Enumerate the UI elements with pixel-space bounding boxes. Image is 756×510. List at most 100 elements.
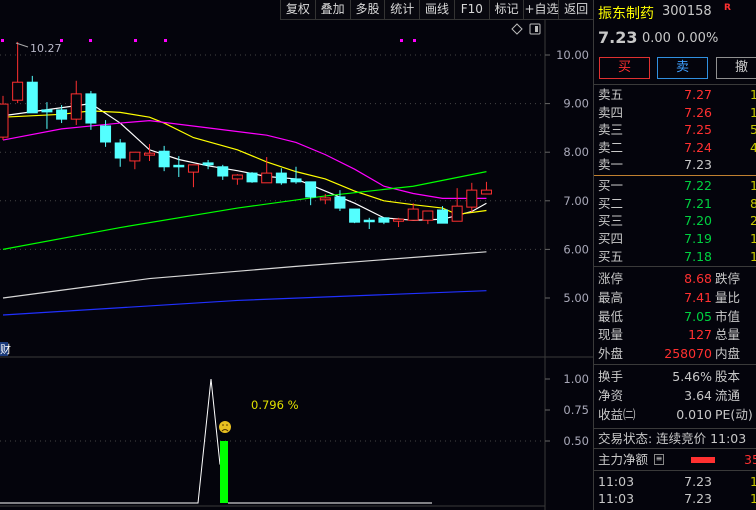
toolbar-draw-line[interactable]: 画线 <box>419 0 454 19</box>
candle-up <box>480 189 492 195</box>
tick-volume: 1 <box>750 490 756 507</box>
tick-row: 11:03 7.23 1 <box>594 473 756 490</box>
toolbar-mark[interactable]: 标记 <box>488 0 524 19</box>
candle-up <box>144 152 155 156</box>
ask-row[interactable]: 卖五 7.27 1 <box>594 86 756 103</box>
ask-row[interactable]: 卖二 7.24 4 <box>594 139 756 156</box>
stat-value: 7.41 <box>684 289 712 305</box>
indicator-bar <box>220 441 228 503</box>
candle-down <box>290 178 302 183</box>
toolbar-f10[interactable]: F10 <box>453 0 489 19</box>
candle-down <box>173 164 185 168</box>
candle-up <box>231 174 243 180</box>
ask-label: 卖三 <box>598 122 624 137</box>
bid-row[interactable]: 买五 7.18 13 <box>594 248 756 265</box>
stat-row[interactable]: 涨停 8.68 跌停 <box>594 270 756 287</box>
ask-price: 7.27 <box>684 87 712 102</box>
y-tick-label: 6.00 <box>563 242 589 256</box>
sell-button[interactable]: 卖 <box>657 57 708 79</box>
stat-value: 7.05 <box>684 308 712 324</box>
bid-row[interactable]: 买三 7.20 21 <box>594 212 756 229</box>
toolbar-add-watchlist[interactable]: +自选 <box>523 0 559 19</box>
candle-up <box>466 189 478 208</box>
bid-price: 7.19 <box>684 231 712 247</box>
tick-time: 11:03 <box>598 491 635 506</box>
tick-volume: 1 <box>750 473 756 490</box>
candle-down <box>378 217 390 223</box>
bid-row[interactable]: 买一 7.22 1 <box>594 177 756 194</box>
kline-chart[interactable]: 10.00 9.00 8.00 7.00 6.00 5.00 10.27 财 1.00 0.75 0… <box>0 0 593 510</box>
candle-down <box>334 196 346 209</box>
stat-row[interactable]: 净资 3.64 流通 <box>594 387 756 404</box>
stat-row[interactable]: 现量 127 总量 <box>594 326 756 343</box>
y-tick-label: 8.00 <box>563 145 589 159</box>
stock-name: 振东制药 <box>598 6 654 22</box>
ask-row[interactable]: 卖四 7.26 1 <box>594 104 756 121</box>
bid-price: 7.18 <box>684 248 712 264</box>
toolbar-restore-rights[interactable]: 复权 <box>280 0 315 19</box>
candle-up <box>70 93 82 120</box>
toolbar-back[interactable]: 返回 <box>558 0 594 19</box>
candle-up <box>187 164 199 173</box>
y-tick-label: 5.00 <box>563 291 589 305</box>
cancel-button[interactable]: 撤 <box>716 57 756 79</box>
price-change-pct: 0.00% <box>677 31 719 46</box>
stat-row[interactable]: 收益㈡ 0.010 PE(动) <box>594 406 756 423</box>
bid-row[interactable]: 买四 7.19 13 <box>594 230 756 247</box>
stat-label2: 内盘 <box>715 346 741 362</box>
toolbar-multi-stock[interactable]: 多股 <box>349 0 385 19</box>
bid-volume: 8 <box>750 195 756 212</box>
candle-down <box>100 125 112 143</box>
moving-average-line <box>2 251 487 299</box>
diamond-icon[interactable] <box>511 23 523 35</box>
candle-down <box>56 109 68 120</box>
indicator-tag: 财 <box>0 342 11 356</box>
stat-label: 外盘 <box>598 346 624 362</box>
y-tick-label: 10.00 <box>556 48 589 62</box>
stat-label2: 量比 <box>715 289 741 305</box>
sad-face-eye <box>226 424 228 426</box>
sad-face-eye <box>222 424 224 426</box>
candle-down <box>437 209 448 224</box>
toolbar-overlay[interactable]: 叠加 <box>314 0 350 19</box>
stat-row[interactable]: 换手 5.46% 股本 <box>594 368 756 385</box>
toolbar-statistics[interactable]: 统计 <box>384 0 420 19</box>
trade-status-text: 交易状态: 连续竞价 11:03 <box>598 431 747 446</box>
candle-up <box>393 218 405 222</box>
stat-row[interactable]: 外盘 258070 内盘 <box>594 345 756 362</box>
ask-volume: 1 <box>750 86 756 103</box>
candle-down <box>275 172 287 184</box>
stat-value: 5.46% <box>672 369 712 384</box>
stat-value: 3.64 <box>684 388 712 403</box>
stat-label: 最高 <box>598 289 624 305</box>
ask-volume: 1 <box>750 104 756 121</box>
bid-price: 7.20 <box>684 213 712 229</box>
buy-button[interactable]: 买 <box>599 57 650 79</box>
ask-row[interactable]: 卖三 7.25 5 <box>594 121 756 138</box>
bid-row[interactable]: 买二 7.21 8 <box>594 195 756 212</box>
candle-up <box>129 151 141 162</box>
list-icon[interactable]: ≡ <box>654 454 664 465</box>
stat-value: 8.68 <box>684 271 712 286</box>
moving-average-line <box>2 120 487 199</box>
stat-label: 换手 <box>598 369 624 384</box>
ask-row[interactable]: 卖一 7.23 <box>594 156 756 173</box>
candle-down <box>202 162 214 166</box>
panel-toggle-icon-fill <box>535 26 538 32</box>
bid-label: 买三 <box>598 213 624 229</box>
ask-price: 7.26 <box>684 104 712 120</box>
stock-code: 300158 <box>662 4 712 19</box>
stat-row[interactable]: 最高 7.41 量比 <box>594 289 756 306</box>
tick-row: 11:03 7.23 1 <box>594 490 756 507</box>
ask-volume: 4 <box>750 139 756 156</box>
event-marker <box>134 39 137 42</box>
stat-row[interactable]: 最低 7.05 市值 <box>594 308 756 325</box>
candle-down <box>114 142 126 159</box>
moving-average-line <box>2 110 487 216</box>
stat-label2: 股本 <box>715 369 741 384</box>
candle-down <box>217 166 229 177</box>
candle-down <box>85 93 97 124</box>
y-tick-label: 9.00 <box>563 97 589 111</box>
ask-volume: 5 <box>750 121 756 138</box>
main-flow-row: 主力净额 ≡ 35 <box>594 451 756 468</box>
